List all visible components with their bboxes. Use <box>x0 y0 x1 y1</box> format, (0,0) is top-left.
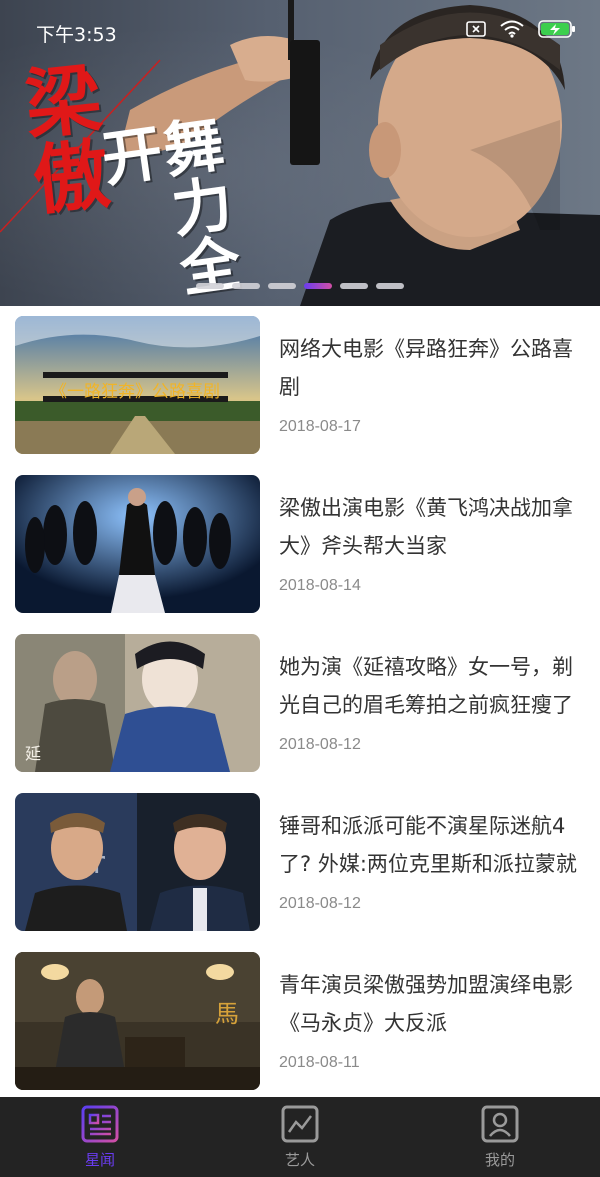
carousel-dot[interactable] <box>268 283 296 289</box>
news-date: 2018-08-12 <box>279 895 361 912</box>
nav-label: 星闻 <box>84 1151 115 1169</box>
news-item[interactable]: 梁傲出演电影《黄飞鸿决战加拿大》斧头帮大当家 2018-08-14 <box>0 465 600 624</box>
news-date: 2018-08-12 <box>279 736 361 753</box>
news-date: 2018-08-11 <box>279 1054 360 1071</box>
thumb-caption: 《一路狂奔》公路喜剧 <box>50 382 220 402</box>
status-bar: 下午3:53 <box>0 0 600 64</box>
news-thumbnail: Pr <box>15 793 260 931</box>
chart-icon <box>281 1105 319 1143</box>
svg-text:馬: 馬 <box>215 1000 239 1028</box>
news-date: 2018-08-14 <box>279 577 361 594</box>
news-item[interactable]: 《一路狂奔》公路喜剧 网络大电影《异路狂奔》公路喜剧 2018-08-17 <box>0 306 600 465</box>
status-time: 下午3:53 <box>36 24 117 46</box>
svg-text:延: 延 <box>25 744 41 763</box>
nav-item-profile[interactable]: 我的 <box>400 1097 600 1177</box>
news-thumbnail: 延 <box>15 634 260 772</box>
news-icon <box>81 1105 119 1143</box>
news-item[interactable]: Pr 锤哥和派派可能不演星际迷航4了? 外媒:两位克里斯和派拉蒙就 2018-0… <box>0 783 600 942</box>
carousel-dot[interactable] <box>340 283 368 289</box>
carousel-dot[interactable] <box>232 283 260 289</box>
nav-label: 我的 <box>484 1151 515 1169</box>
carousel-dot-active[interactable] <box>304 283 332 289</box>
banner-title-white: 舞力全开 <box>87 111 244 300</box>
profile-icon <box>481 1105 519 1143</box>
news-title: 锤哥和派派可能不演星际迷航4了? 外媒:两位克里斯和派拉蒙就 <box>279 814 577 876</box>
news-thumbnail: 《一路狂奔》公路喜剧 <box>15 316 260 454</box>
news-title: 她为演《延禧攻略》女一号，剃光自己的眉毛筹拍之前疯狂瘦了 <box>279 655 573 717</box>
nav-label: 艺人 <box>284 1151 315 1169</box>
news-item[interactable]: 馬 青年演员梁傲强势加盟演绎电影《马永贞》大反派 2018-08-11 <box>0 942 600 1101</box>
news-item[interactable]: 延 她为演《延禧攻略》女一号，剃光自己的眉毛筹拍之前疯狂瘦了 2018-08-1… <box>0 624 600 783</box>
carousel-dot[interactable] <box>376 283 404 289</box>
sim-off-icon <box>466 21 486 37</box>
news-title: 网络大电影《异路狂奔》公路喜剧 <box>279 337 573 399</box>
wifi-icon <box>500 20 524 38</box>
banner-carousel[interactable]: 梁傲 舞力全开 下午3:53 <box>0 0 600 306</box>
news-thumbnail <box>15 475 260 613</box>
news-title: 青年演员梁傲强势加盟演绎电影《马永贞》大反派 <box>279 973 573 1035</box>
nav-item-artists[interactable]: 艺人 <box>200 1097 400 1177</box>
news-date: 2018-08-17 <box>279 418 361 435</box>
nav-item-news[interactable]: 星闻 <box>0 1097 200 1177</box>
battery-charging-icon <box>538 20 575 38</box>
carousel-indicators <box>196 283 404 289</box>
carousel-dot[interactable] <box>196 283 224 289</box>
bottom-navigation: 星闻 艺人 我的 <box>0 1097 600 1177</box>
news-thumbnail: 馬 <box>15 952 260 1090</box>
news-title: 梁傲出演电影《黄飞鸿决战加拿大》斧头帮大当家 <box>279 496 573 558</box>
